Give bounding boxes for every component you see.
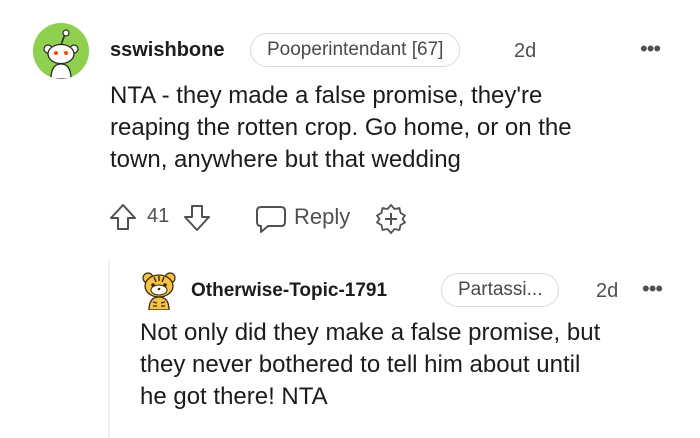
reply-body-line: they never bothered to tell him about un… [140, 351, 581, 378]
reply-button[interactable] [254, 204, 288, 239]
reply-label[interactable]: Reply [294, 204, 350, 230]
reply-avatar[interactable] [140, 270, 178, 311]
comment-body-line: NTA - they made a false promise, they're [110, 82, 543, 109]
user-flair: Pooperintendant [67] [250, 33, 461, 67]
comment-body-line: reaping the rotten crop. Go home, or on … [110, 114, 572, 141]
reply-username[interactable]: Otherwise-Topic-1791 [191, 280, 387, 302]
downvote-button[interactable] [182, 203, 212, 238]
reply-more-options-button[interactable]: ••• [642, 276, 663, 302]
reply-flair: Partassi... [441, 273, 560, 307]
reply-body-line: he got there! NTA [140, 383, 328, 410]
thread-line[interactable] [108, 260, 110, 438]
reply-body: Not only did they make a false promise, … [140, 317, 685, 413]
more-options-button[interactable]: ••• [640, 36, 661, 62]
comment-body-line: town, anywhere but that wedding [110, 146, 461, 173]
user-avatar[interactable] [33, 23, 89, 79]
speech-bubble-icon [256, 206, 286, 233]
comment-username[interactable]: sswishbone [110, 39, 224, 62]
upvote-button[interactable] [108, 202, 138, 237]
comment-age: 2d [514, 40, 537, 62]
downvote-arrow-icon [184, 205, 210, 231]
add-award-icon [376, 204, 406, 234]
tiger-avatar-icon [142, 272, 176, 311]
vote-count: 41 [147, 205, 170, 227]
comment-body: NTA - they made a false promise, they're… [110, 80, 670, 176]
snoo-avatar-icon [33, 23, 89, 79]
award-button[interactable] [375, 203, 407, 240]
reply-body-line: Not only did they make a false promise, … [140, 319, 601, 346]
upvote-arrow-icon [110, 204, 136, 230]
reply-age: 2d [596, 280, 619, 302]
